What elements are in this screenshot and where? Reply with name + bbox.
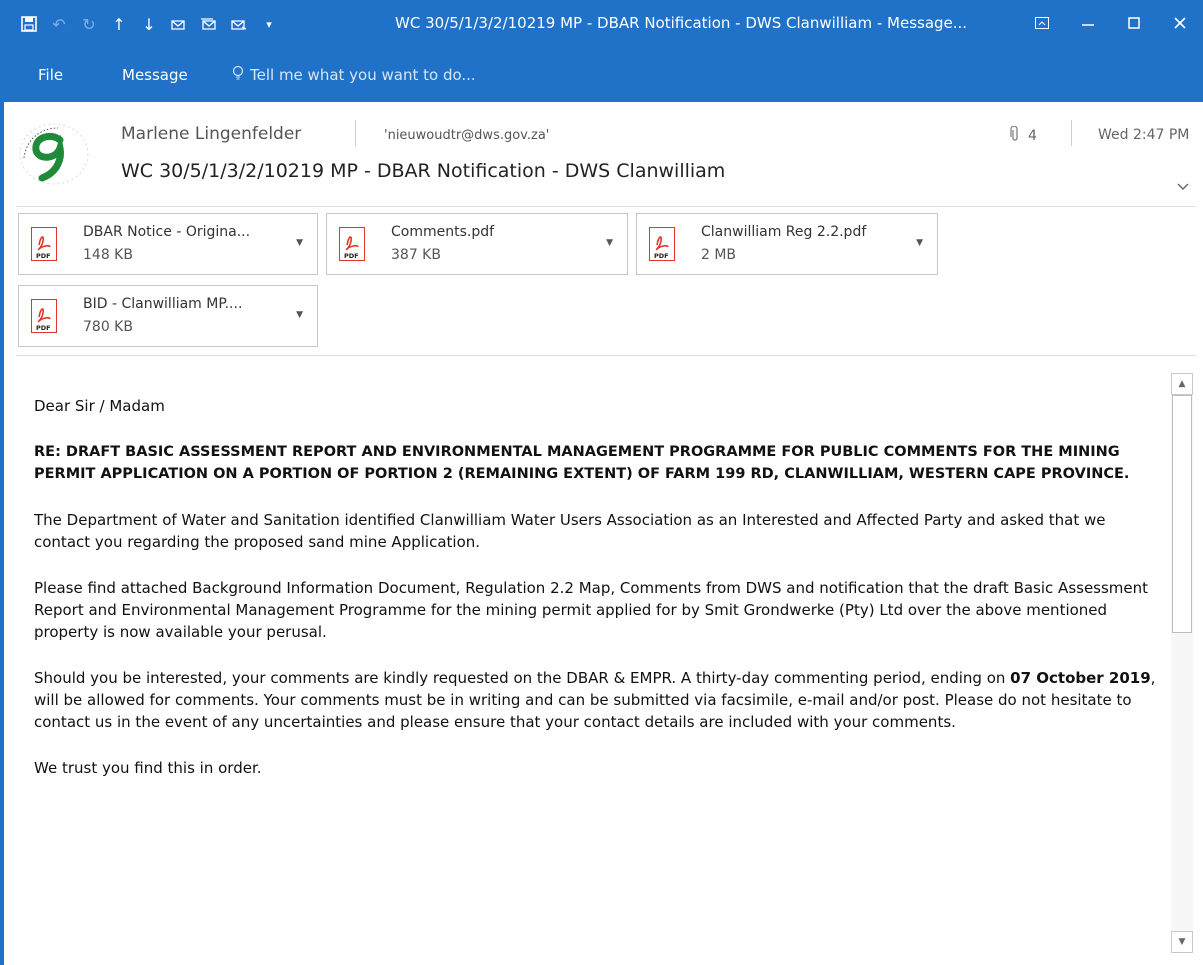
close-icon[interactable]	[1157, 6, 1203, 40]
chevron-down-icon[interactable]	[1176, 176, 1190, 195]
chevron-down-icon[interactable]: ▼	[916, 238, 923, 248]
scrollbar-thumb[interactable]	[1172, 395, 1192, 633]
greeting: Dear Sir / Madam	[34, 397, 165, 415]
attachment-size: 148 KB	[83, 247, 133, 263]
window-controls	[1019, 6, 1203, 40]
ribbon-display-options-icon[interactable]	[1019, 6, 1065, 40]
message-body: Dear Sir / Madam RE: DRAFT BASIC ASSESSM…	[34, 395, 1159, 803]
chevron-down-icon[interactable]: ▼	[296, 238, 303, 248]
reply-icon[interactable]	[164, 12, 194, 36]
down-arrow-icon[interactable]: ↓	[134, 12, 164, 36]
svg-text:PDF: PDF	[344, 252, 359, 260]
pdf-file-icon: PDF	[31, 227, 57, 261]
title-bar: ↶ ↻ ↑ ↓ ▾ WC 30/5/1/3/2/10219 MP - DBAR …	[0, 0, 1203, 48]
attachment-size: 2 MB	[701, 247, 737, 263]
svg-text:PDF: PDF	[36, 324, 51, 332]
header-separator	[16, 206, 1196, 207]
window-title: WC 30/5/1/3/2/10219 MP - DBAR Notificati…	[395, 14, 968, 32]
attachment-size: 780 KB	[83, 319, 133, 335]
closing-line: We trust you find this in order.	[34, 759, 262, 777]
body-paragraph: The Department of Water and Sanitation i…	[34, 511, 1106, 551]
paperclip-icon	[1010, 125, 1020, 146]
sender-name[interactable]: Marlene Lingenfelder	[121, 124, 301, 144]
save-icon[interactable]	[14, 12, 44, 36]
attachment-size: 387 KB	[391, 247, 441, 263]
ribbon-tabs: File Message Tell me what you want to do…	[0, 48, 1203, 102]
chevron-down-icon[interactable]: ▼	[606, 238, 613, 248]
vertical-scrollbar[interactable]: ▲ ▼	[1171, 373, 1193, 953]
attachment-item[interactable]: PDF BID - Clanwilliam MP.... 780 KB ▼	[18, 285, 318, 347]
header-divider	[1071, 120, 1072, 146]
scroll-down-icon[interactable]: ▼	[1171, 931, 1193, 953]
attachment-count: 4	[1010, 125, 1037, 146]
attachment-item[interactable]: PDF DBAR Notice - Origina... 148 KB ▼	[18, 213, 318, 275]
header-divider	[355, 120, 356, 146]
sender-avatar-logo	[16, 118, 94, 188]
window-left-border	[0, 102, 4, 965]
lightbulb-icon	[232, 65, 244, 85]
attachment-item[interactable]: PDF Comments.pdf 387 KB ▼	[326, 213, 628, 275]
chevron-down-icon[interactable]: ▼	[296, 310, 303, 320]
reply-all-icon[interactable]	[194, 12, 224, 36]
up-arrow-icon[interactable]: ↑	[104, 12, 134, 36]
attachment-name: Comments.pdf	[391, 224, 495, 240]
pdf-file-icon: PDF	[339, 227, 365, 261]
scroll-up-icon[interactable]: ▲	[1171, 373, 1193, 395]
pdf-file-icon: PDF	[649, 227, 675, 261]
attachments-separator	[16, 355, 1196, 356]
received-date: Wed 2:47 PM	[1098, 127, 1190, 143]
forward-icon[interactable]	[224, 12, 254, 36]
quick-access-toolbar: ↶ ↻ ↑ ↓ ▾	[14, 12, 284, 36]
pdf-file-icon: PDF	[31, 299, 57, 333]
attachment-item[interactable]: PDF Clanwilliam Reg 2.2.pdf 2 MB ▼	[636, 213, 938, 275]
attachment-count-value: 4	[1028, 128, 1037, 144]
customize-dropdown-icon[interactable]: ▾	[254, 12, 284, 36]
maximize-icon[interactable]	[1111, 6, 1157, 40]
minimize-icon[interactable]	[1065, 6, 1111, 40]
body-paragraph: Should you be interested, your comments …	[34, 667, 1159, 733]
attachment-name: DBAR Notice - Origina...	[83, 224, 251, 240]
body-paragraph: Please find attached Background Informat…	[34, 579, 1149, 641]
attachment-name: Clanwilliam Reg 2.2.pdf	[701, 224, 867, 240]
message-subject: WC 30/5/1/3/2/10219 MP - DBAR Notificati…	[121, 160, 726, 182]
tab-file[interactable]: File	[38, 66, 63, 84]
tab-message[interactable]: Message	[122, 66, 188, 84]
svg-text:PDF: PDF	[654, 252, 669, 260]
redo-icon[interactable]: ↻	[74, 12, 104, 36]
recipient[interactable]: 'nieuwoudtr@dws.gov.za'	[384, 128, 549, 143]
re-heading: RE: DRAFT BASIC ASSESSMENT REPORT AND EN…	[34, 444, 1130, 482]
svg-text:PDF: PDF	[36, 252, 51, 260]
paragraph-text: Should you be interested, your comments …	[34, 669, 1011, 687]
tell-me-box[interactable]: Tell me what you want to do...	[232, 65, 476, 85]
deadline-date: 07 October 2019	[1010, 669, 1151, 687]
attachment-name: BID - Clanwilliam MP....	[83, 296, 243, 312]
undo-icon[interactable]: ↶	[44, 12, 74, 36]
tell-me-text: Tell me what you want to do...	[250, 66, 476, 84]
